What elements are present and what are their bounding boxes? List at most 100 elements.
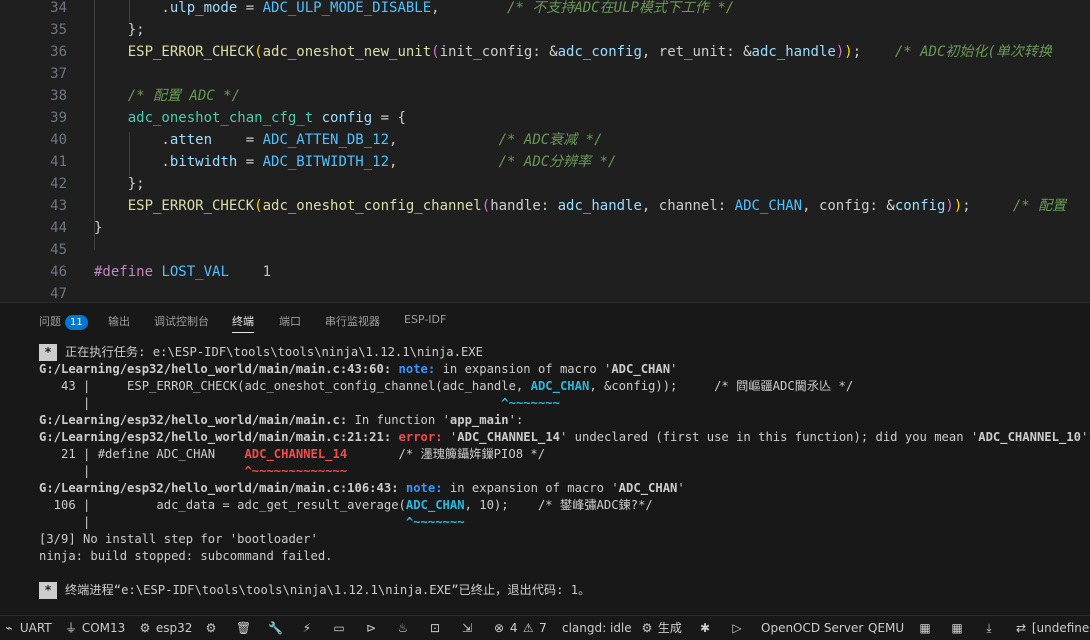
terminal-text: ' undeclared (first use in this function… (560, 430, 979, 444)
task-star-icon: * (39, 582, 57, 599)
code-line[interactable]: 35 }; (0, 19, 1090, 41)
trash-icon[interactable]: 🗑 (236, 620, 251, 636)
terminal-text: ^~~~~~~~ (501, 396, 560, 410)
code-token: atten (169, 132, 213, 148)
code-token: = { (372, 110, 406, 126)
terminal-text: 21 | #define ADC_CHAN (39, 447, 245, 461)
flash-icon[interactable]: ⚡ (300, 620, 314, 636)
tab-esp-idf[interactable]: ESP-IDF (404, 313, 446, 326)
code-line[interactable]: 46 #define LOST_VAL 1 (0, 261, 1090, 283)
code-token: ) (945, 198, 954, 214)
uart-item[interactable]: ⌁ UART (2, 620, 51, 636)
code-token: /* ADC衰减 */ (498, 132, 603, 148)
code-line[interactable]: 34 .ulp_mode = ADC_ULP_MODE_DISABLE, /* … (0, 0, 1090, 19)
terminal-text: | (39, 515, 406, 529)
plug-icon: ⏚ (64, 621, 77, 635)
terminal-line: 43 | ESP_ERROR_CHECK(adc_oneshot_config_… (39, 378, 853, 395)
tab-output[interactable]: 输出 (108, 313, 130, 329)
terminal-text: note: (405, 481, 443, 495)
code-line[interactable]: 37 (0, 63, 1090, 85)
terminal-text: | (39, 464, 245, 478)
terminal-text: 43 | ESP_ERROR_CHECK(adc_oneshot_config_… (39, 379, 531, 393)
code-token: } (94, 220, 103, 236)
terminal-text: ' (670, 362, 678, 376)
code-token: /* 配置 ADC */ (127, 88, 241, 104)
code-editor[interactable]: 34 .ulp_mode = ADC_ULP_MODE_DISABLE, /* … (0, 0, 1090, 302)
code-token: /* 不支持ADC在ULP模式下工作 */ (507, 0, 735, 16)
terminal-text: ': (508, 413, 524, 427)
code-line[interactable]: 41 .bitwidth = ADC_BITWIDTH_12, /* ADC分辨… (0, 151, 1090, 173)
bug-icon[interactable]: ✱ (698, 620, 712, 636)
tab-problems[interactable]: 问题 11 (39, 313, 88, 330)
terminal-text: ADC_CHAN (618, 481, 678, 495)
com-port-item[interactable]: ⏚ COM13 (64, 620, 125, 636)
line-number: 36 (50, 44, 67, 60)
build-item[interactable]: ⚙ 生成 (640, 620, 682, 636)
clangd-status[interactable]: clangd: idle (562, 620, 632, 636)
code-token: = (237, 0, 263, 16)
settings-icon[interactable]: ⚙ (204, 620, 218, 636)
problems-count-badge: 11 (65, 315, 88, 330)
terminal-line: 21 | #define ADC_CHAN ADC_CHANNEL_14 /* … (39, 446, 545, 463)
code-token: ; (852, 44, 895, 60)
code-text: }; (94, 19, 145, 41)
debug-icon[interactable]: ⊳ (364, 620, 378, 636)
panel-tabs: 问题 11 输出 调试控制台 终端 端口 串行监视器 ESP-IDF (0, 303, 1090, 337)
terminal-text: , &config)); /* 閰嶇疆ADC閫氶亾 */ (589, 379, 854, 393)
wrench-icon[interactable]: 🔧 (268, 620, 283, 636)
terminal-text: error: (398, 430, 443, 444)
code-line[interactable]: 42 }; (0, 173, 1090, 195)
task-star-icon: * (39, 344, 57, 361)
code-token: config: (818, 198, 887, 214)
calendar-icon[interactable]: ▦ (918, 620, 932, 636)
qemu-item[interactable]: QEMU (868, 620, 904, 636)
code-token: . (94, 0, 170, 16)
tab-ports[interactable]: 端口 (279, 313, 301, 329)
terminal-text: G:/Learning/esp32/hello_world/main/main.… (39, 481, 406, 495)
code-token: ADC_ATTEN_DB_12 (262, 132, 390, 148)
target-item[interactable]: ⚙ esp32 (138, 620, 193, 636)
terminal-output[interactable]: * 正在执行任务: e:\ESP-IDF\tools\tools\ninja\1.… (0, 337, 1090, 616)
code-token: ESP_ERROR_CHECK (127, 44, 255, 60)
terminal-text: G:/Learning/esp32/hello_world/main/main.… (39, 413, 348, 427)
code-line[interactable]: 38 /* 配置 ADC */ (0, 85, 1090, 107)
play-icon[interactable]: ▷ (730, 620, 744, 636)
code-token: ) (953, 198, 963, 214)
monitor-icon[interactable]: ▭ (332, 620, 346, 636)
code-token: /* ADC分辨率 */ (498, 154, 617, 170)
undefined-item[interactable]: ⇄ [undefined (1014, 620, 1090, 636)
terminal-text: ADC_CHAN (405, 498, 465, 512)
tab-debug-console[interactable]: 调试控制台 (154, 313, 209, 329)
code-token: adc_handle (557, 198, 642, 214)
code-token: & (886, 198, 895, 214)
code-text: /* 配置 ADC */ (94, 85, 240, 107)
openocd-item[interactable]: OpenOCD Server (761, 620, 863, 636)
terminal-text: ' (442, 430, 458, 444)
fire-icon[interactable]: ♨ (396, 620, 410, 636)
code-text: adc_oneshot_chan_cfg_t config = { (94, 107, 406, 129)
terminal-icon[interactable]: ⊡ (428, 620, 442, 636)
problems-item[interactable]: ⊗ 4 ⚠ 7 (492, 620, 547, 636)
terminal-line: | ^~~~~~~~ (39, 395, 560, 412)
code-line[interactable]: 40 .atten = ADC_ATTEN_DB_12, /* ADC衰减 */ (0, 129, 1090, 151)
code-token: }; (94, 176, 145, 192)
terminal-text: note: (398, 362, 436, 376)
terminal-text: app_main (449, 413, 509, 427)
build-label: 生成 (657, 621, 682, 635)
code-token: , (389, 132, 499, 148)
code-line[interactable]: 43 ESP_ERROR_CHECK(adc_oneshot_config_ch… (0, 195, 1090, 217)
code-line[interactable]: 47 (0, 283, 1090, 302)
tab-terminal[interactable]: 终端 (232, 313, 254, 333)
export-icon[interactable]: ⇲ (460, 620, 474, 636)
code-line[interactable]: 45 (0, 239, 1090, 261)
code-line[interactable]: 39 adc_oneshot_chan_cfg_t config = { (0, 107, 1090, 129)
download-icon[interactable]: ⤓ (982, 620, 996, 636)
code-line[interactable]: 44} (0, 217, 1090, 239)
tab-serial-monitor[interactable]: 串行监视器 (325, 313, 380, 329)
terminal-text: ADC_CHANNEL_14 (457, 430, 560, 444)
line-number: 41 (50, 154, 67, 170)
code-line[interactable]: 36 ESP_ERROR_CHECK(adc_oneshot_new_unit(… (0, 41, 1090, 63)
calendar-icon[interactable]: ▦ (950, 620, 964, 636)
code-token: /* 配置 (1012, 198, 1067, 214)
